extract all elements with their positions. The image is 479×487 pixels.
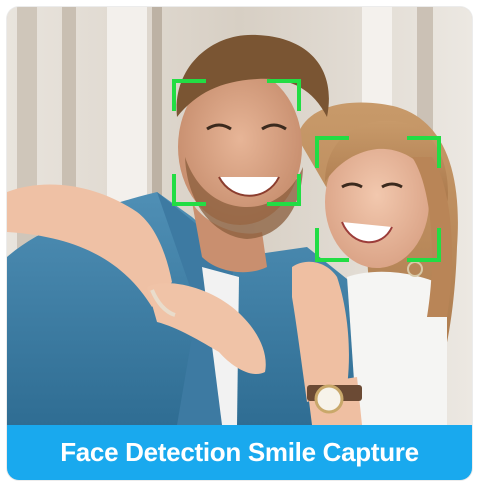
face-detection-frame-woman bbox=[315, 136, 441, 262]
feature-card: Face Detection Smile Capture bbox=[7, 7, 472, 480]
caption-text: Face Detection Smile Capture bbox=[60, 437, 419, 467]
face-detection-frame-man bbox=[172, 79, 301, 206]
caption-bar: Face Detection Smile Capture bbox=[7, 425, 472, 480]
